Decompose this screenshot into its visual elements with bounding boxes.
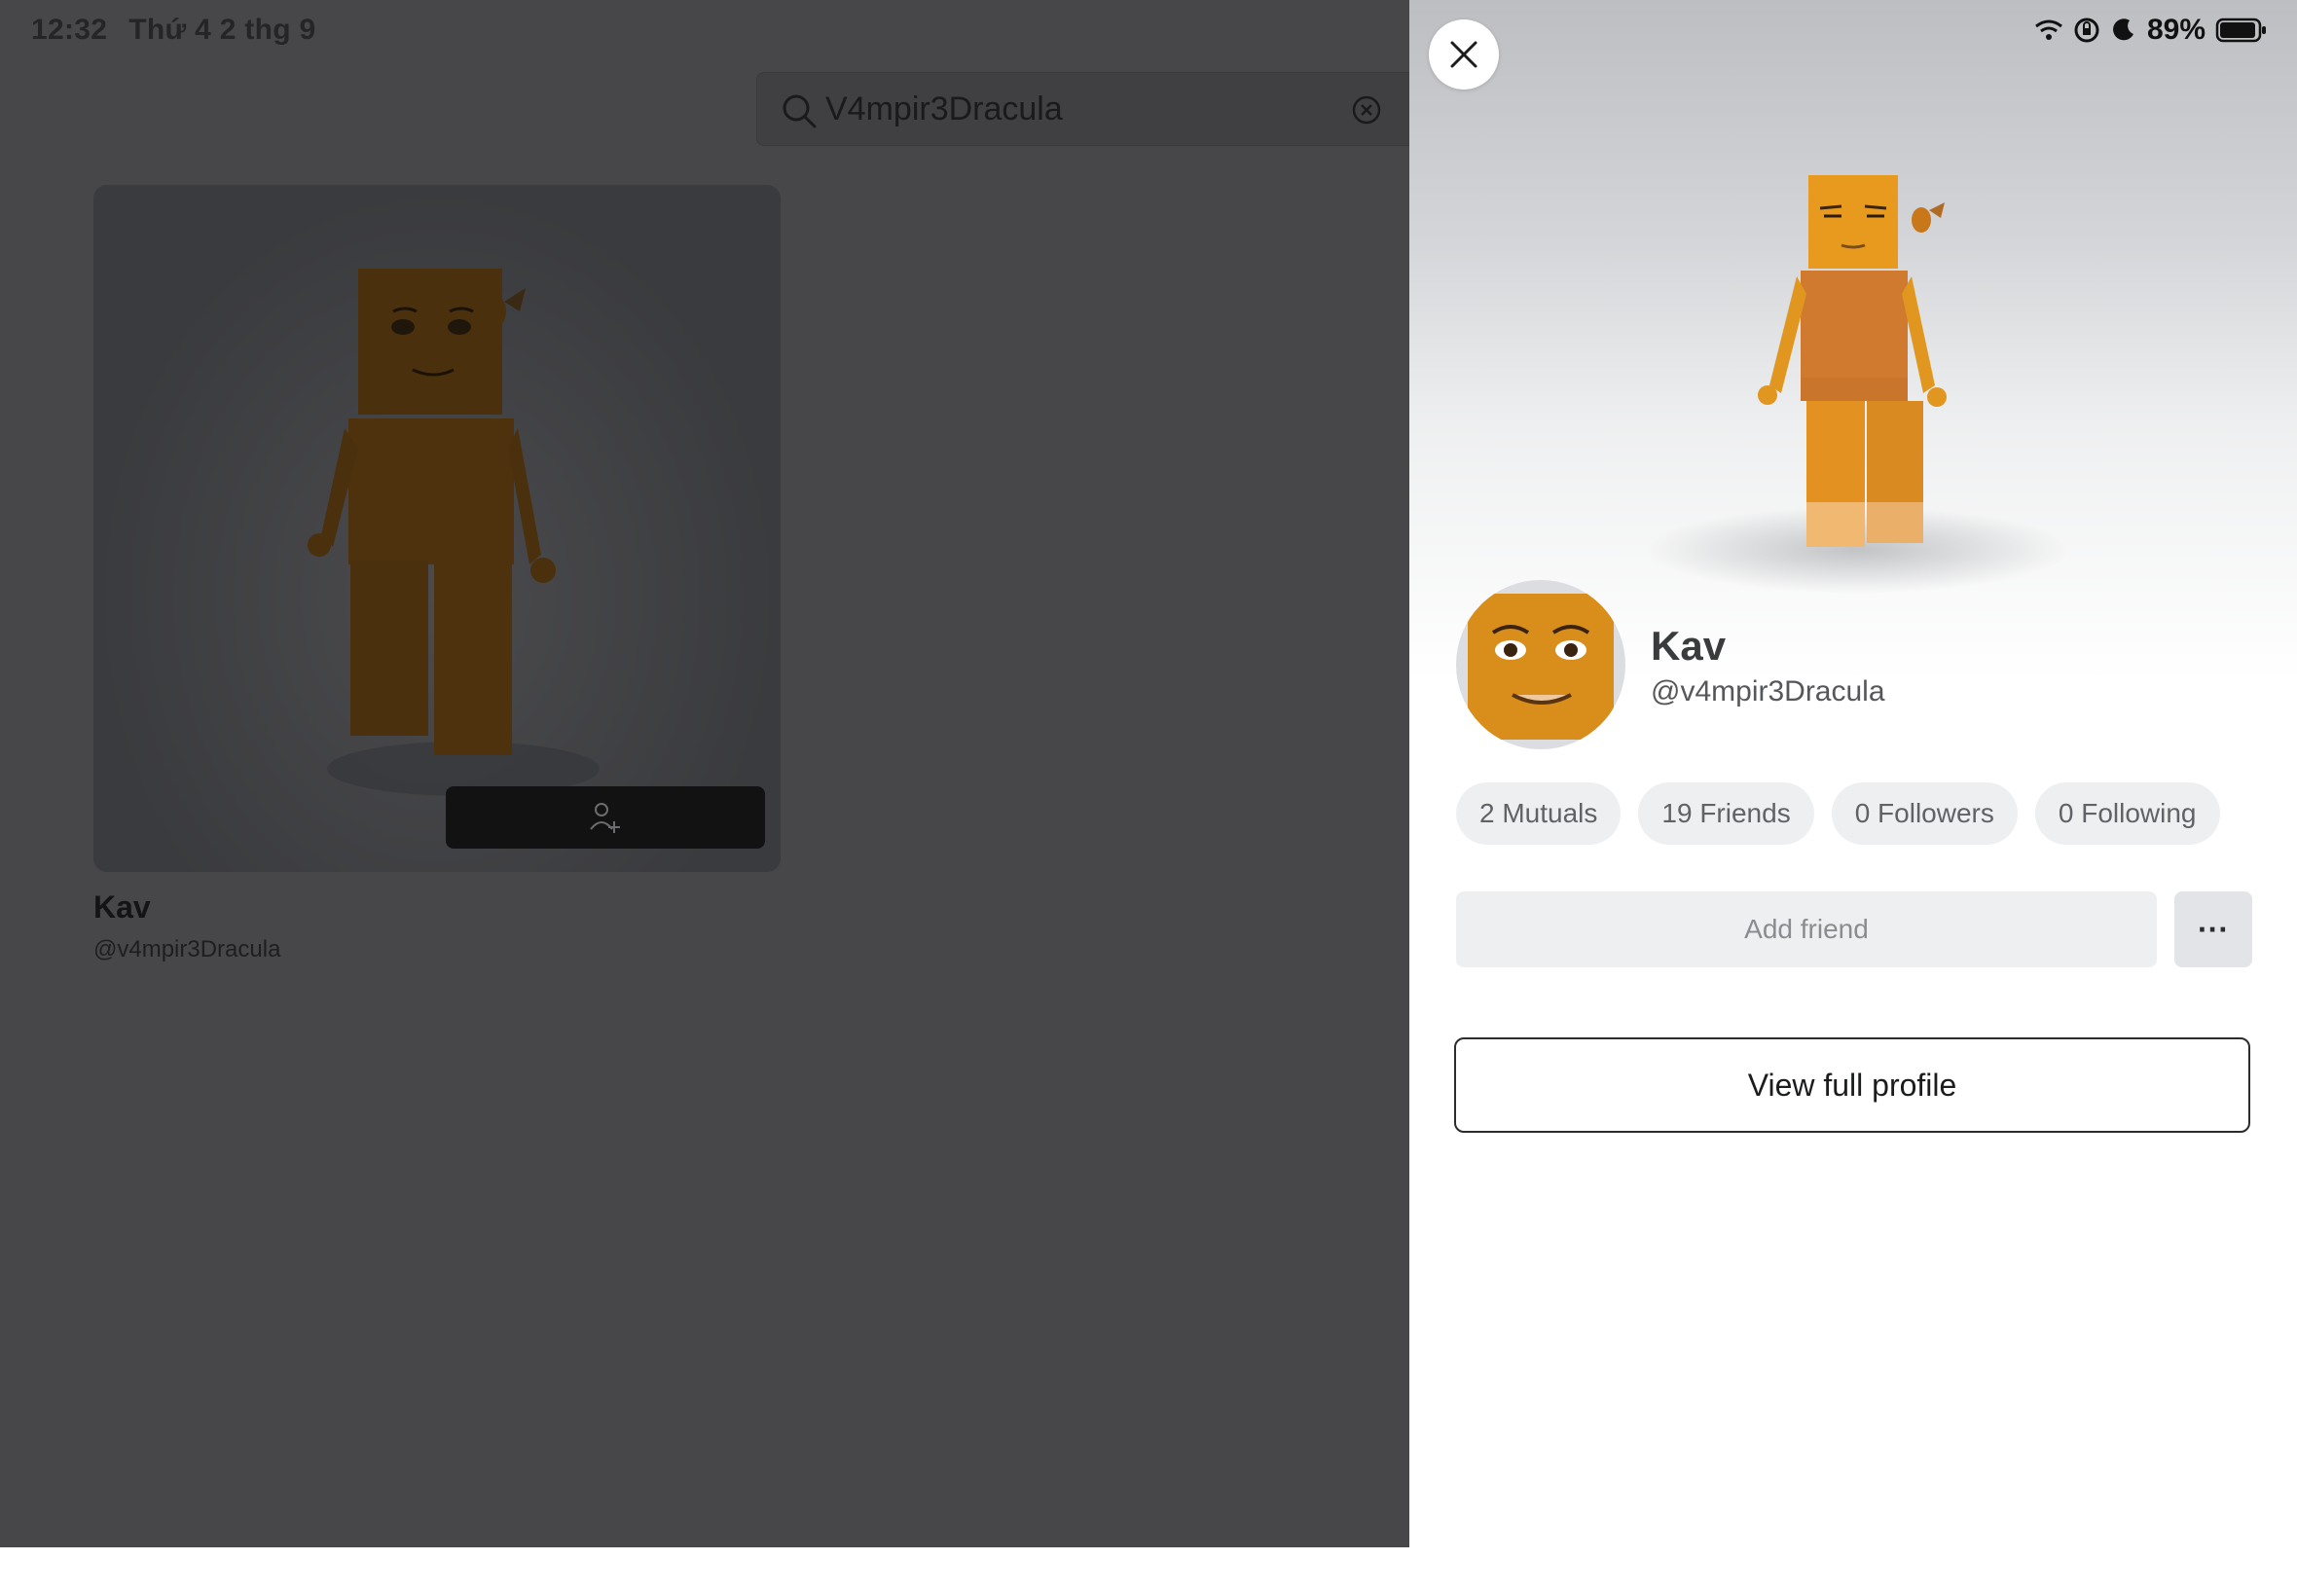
add-friend-icon [590, 803, 620, 833]
battery-percent: 89% [2146, 14, 2206, 46]
clear-search-icon[interactable] [1351, 94, 1382, 126]
avatar-hero [1409, 0, 2297, 681]
avatar-face-icon [1468, 594, 1614, 740]
wifi-icon [2035, 19, 2062, 40]
result-username: @v4mpir3Dracula [93, 936, 281, 962]
do-not-disturb-icon [2113, 18, 2133, 41]
profile-username: @v4mpir3Dracula [1651, 675, 1885, 707]
close-icon [1450, 41, 1477, 68]
orientation-lock-icon [2074, 18, 2099, 43]
stat-mutuals[interactable]: 2 Mutuals [1456, 782, 1622, 845]
status-time: 12:32 [31, 14, 108, 46]
stat-friends[interactable]: 19 Friends [1638, 782, 1814, 845]
status-date: Thứ 4 2 thg 9 [128, 14, 316, 46]
battery-icon [2215, 18, 2266, 43]
add-friend-quick-button[interactable] [446, 786, 765, 849]
close-button[interactable] [1429, 19, 1499, 90]
search-icon [783, 94, 817, 128]
stat-following[interactable]: 0 Following [2034, 782, 2220, 845]
profile-panel: 89% Kav @v4mpir3Dracula 2 Mutuals 19 Fri… [1409, 0, 2297, 1547]
status-bar-right: 89% [2034, 14, 2268, 47]
status-bar-left: 12:32 Thứ 4 2 thg 9 [31, 14, 316, 47]
avatar-3d-figure [308, 269, 600, 796]
avatar-3d-figure [1758, 175, 1947, 547]
search-query: V4mpir3Dracula [825, 91, 1063, 127]
avatar-headshot [1456, 580, 1625, 749]
view-full-profile-button[interactable]: View full profile [1454, 1037, 2250, 1133]
user-result-card[interactable] [93, 185, 781, 872]
profile-display-name: Kav [1651, 623, 1727, 669]
result-display-name: Kav [93, 889, 151, 925]
add-friend-button[interactable]: Add friend [1456, 891, 2157, 967]
more-options-button[interactable]: ··· [2174, 891, 2252, 967]
profile-stats: 2 Mutuals 19 Friends 0 Followers 0 Follo… [1456, 782, 2220, 845]
search-input[interactable]: V4mpir3Dracula [756, 72, 1420, 146]
stat-followers[interactable]: 0 Followers [1831, 782, 2018, 845]
search-results-page: 12:32 Thứ 4 2 thg 9 V4mpir3Dracula Kav @… [0, 0, 1420, 1547]
